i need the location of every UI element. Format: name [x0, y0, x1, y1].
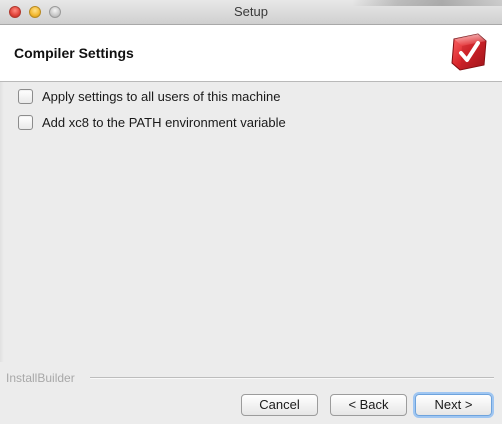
back-button[interactable]: < Back	[330, 394, 407, 416]
footer-separator	[90, 377, 494, 379]
installer-logo-icon	[448, 31, 490, 73]
titlebar-overlay	[352, 0, 502, 6]
installbuilder-brand: InstallBuilder	[6, 371, 75, 385]
add-to-path-checkbox[interactable]	[18, 114, 33, 130]
page-header: Compiler Settings	[0, 25, 502, 82]
add-to-path-label: Add xc8 to the PATH environment variable	[42, 114, 286, 130]
apply-all-users-label: Apply settings to all users of this mach…	[42, 88, 281, 104]
content-edge-shadow	[0, 82, 4, 362]
title-bar: Setup	[0, 0, 502, 25]
cancel-button[interactable]: Cancel	[241, 394, 318, 416]
option-add-to-path[interactable]: Add xc8 to the PATH environment variable	[18, 113, 286, 131]
page-title: Compiler Settings	[14, 45, 134, 61]
option-apply-all-users[interactable]: Apply settings to all users of this mach…	[18, 87, 280, 105]
apply-all-users-checkbox[interactable]	[18, 88, 33, 104]
setup-window: Setup Compiler Settings Apply settings t…	[0, 0, 502, 424]
window-title: Setup	[234, 4, 268, 19]
next-button[interactable]: Next >	[415, 394, 492, 416]
